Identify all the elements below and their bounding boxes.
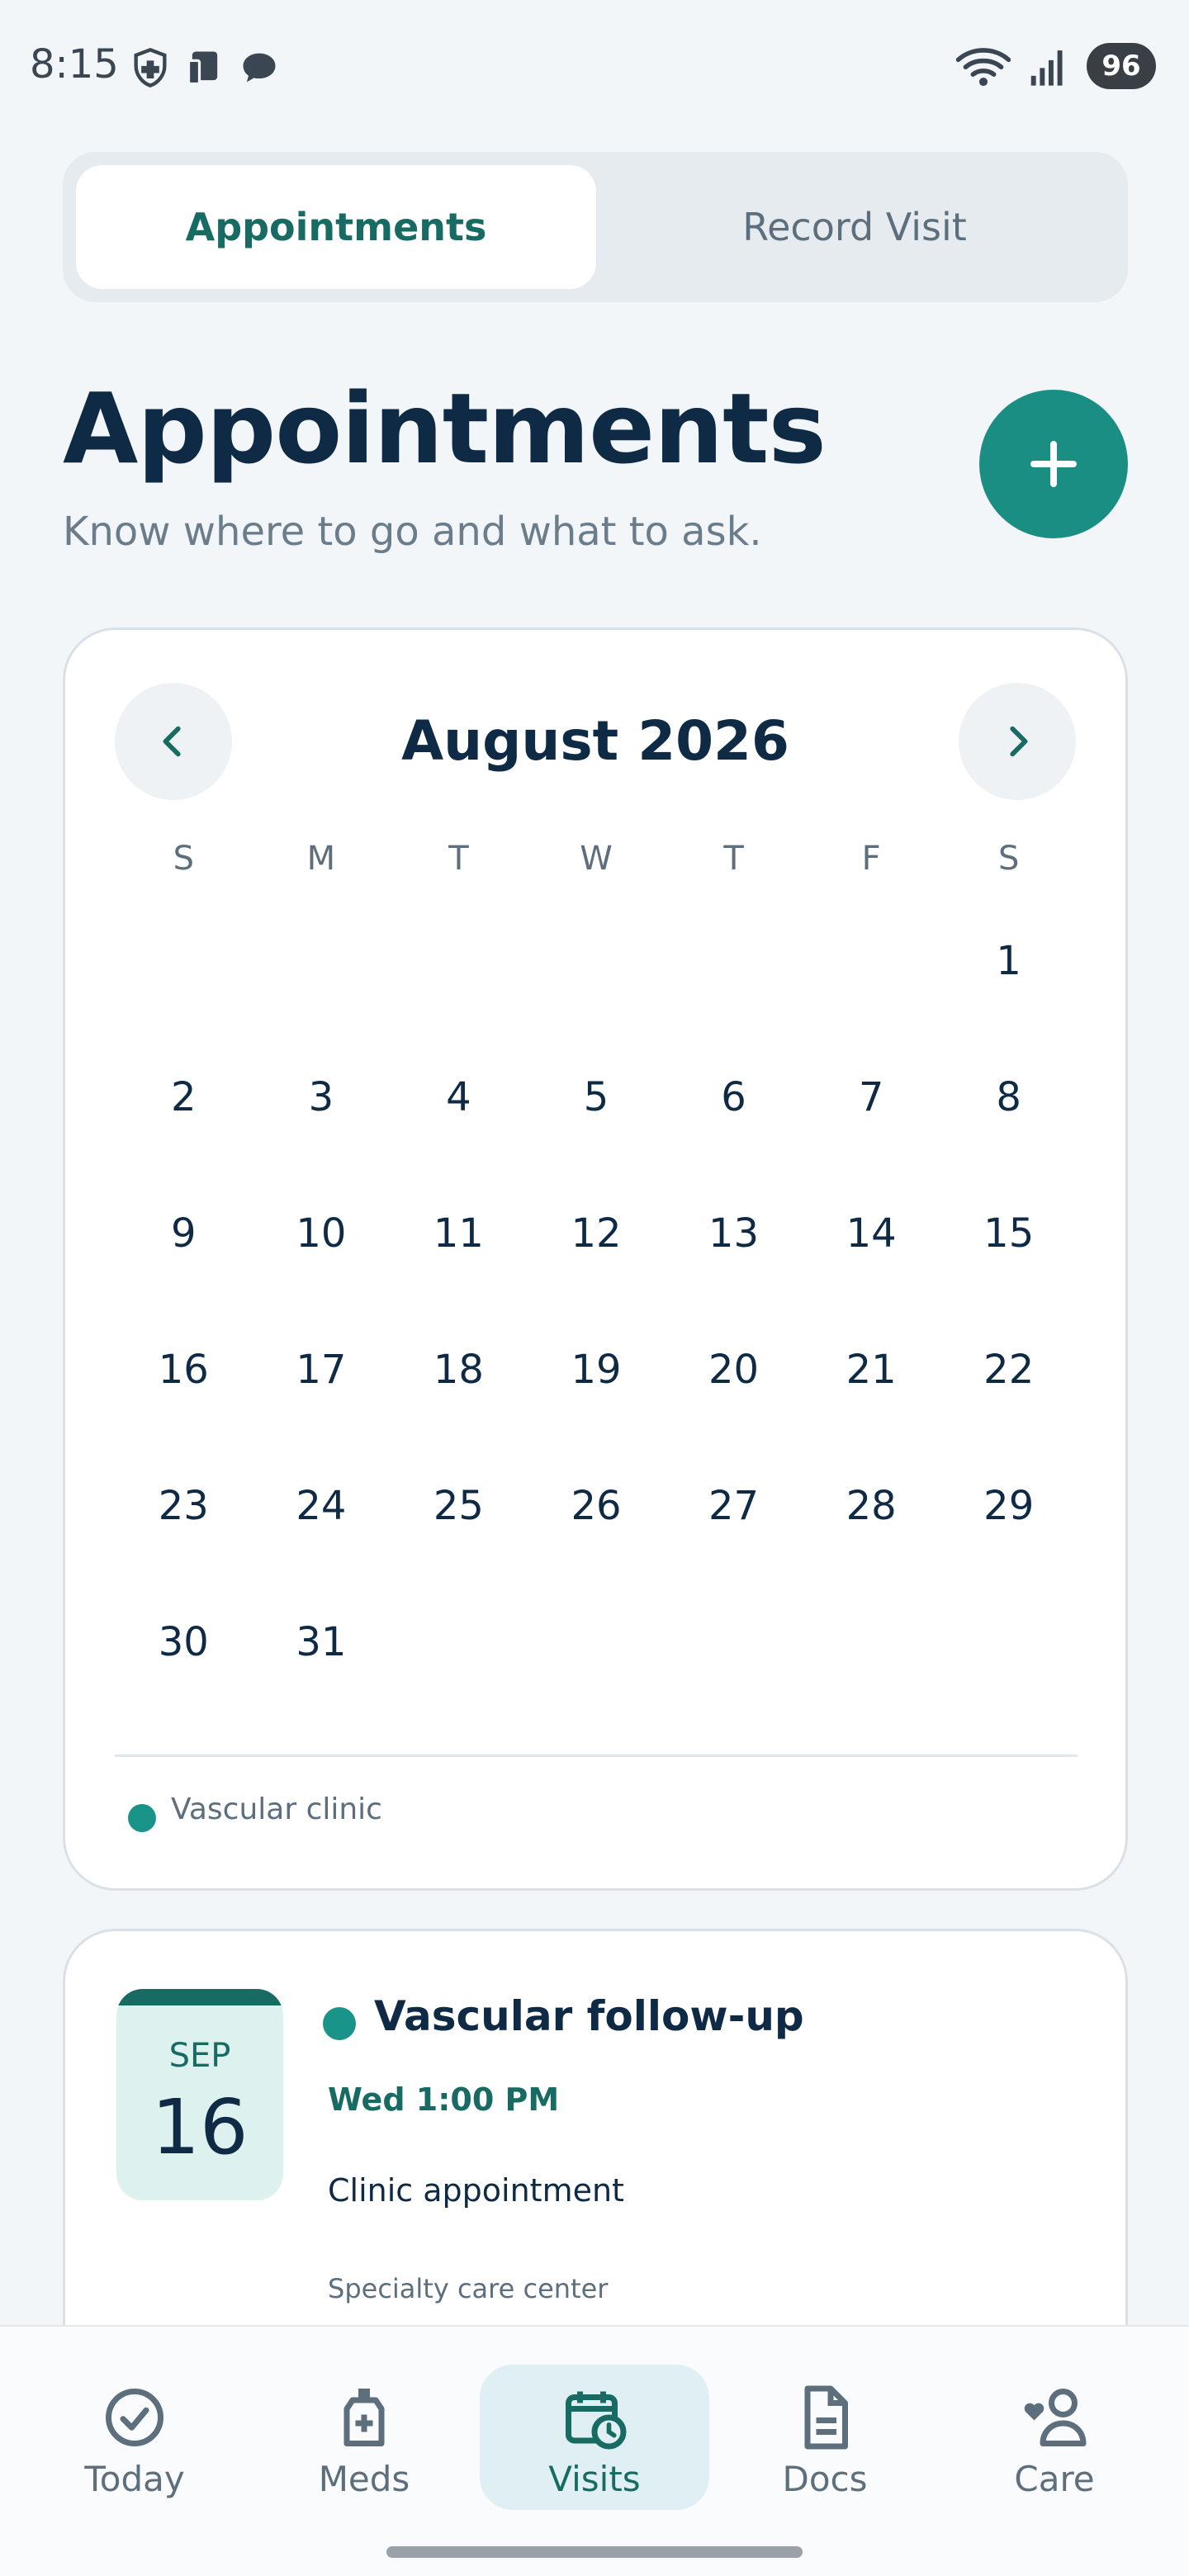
weekday-label: T xyxy=(448,840,469,878)
segmented-tabs: Appointments Record Visit xyxy=(63,152,1128,302)
battery-indicator: 96 xyxy=(1087,43,1156,89)
chevron-right-icon xyxy=(1010,726,1028,757)
calendar-day[interactable]: 22 xyxy=(940,1301,1078,1437)
calendar-day[interactable]: 7 xyxy=(803,1029,940,1165)
calendar-day[interactable]: 14 xyxy=(803,1165,940,1301)
calendar-day[interactable]: 29 xyxy=(940,1437,1078,1574)
calendar-day[interactable]: 26 xyxy=(528,1437,666,1574)
nav-label-visits: Visits xyxy=(548,2459,641,2499)
calendar-blank-cell xyxy=(665,893,803,1029)
status-time: 8:15 xyxy=(30,41,119,88)
nav-item-meds[interactable]: Meds xyxy=(249,2365,479,2510)
calendar-blank-cell xyxy=(803,893,940,1029)
bottom-navigation: Today Meds Visits Docs Care xyxy=(0,2325,1189,2576)
calendar-day[interactable]: 2 xyxy=(115,1029,253,1165)
calendar-day[interactable]: 30 xyxy=(115,1574,253,1710)
calendar-day[interactable]: 21 xyxy=(803,1301,940,1437)
weekday-header: SMTWTFS xyxy=(115,840,1078,878)
date-badge: SEP 16 xyxy=(116,1989,283,2200)
calendar-day[interactable]: 8 xyxy=(940,1029,1078,1165)
nav-item-today[interactable]: Today xyxy=(20,2365,249,2510)
calendar-day[interactable]: 3 xyxy=(253,1029,391,1165)
calendar-blank-cell xyxy=(390,893,528,1029)
wifi-icon xyxy=(956,48,1011,87)
legend-label: Vascular clinic xyxy=(171,1792,382,1826)
calendar-day[interactable]: 13 xyxy=(665,1165,803,1301)
nav-label-docs: Docs xyxy=(782,2459,868,2499)
date-badge-accent xyxy=(116,1989,283,2005)
check-circle-icon xyxy=(106,2389,163,2446)
chat-bubble-icon xyxy=(243,53,276,83)
calendar-legend: Vascular clinic xyxy=(128,1786,382,1832)
calendar-day[interactable]: 31 xyxy=(253,1574,391,1710)
calendar-day[interactable]: 28 xyxy=(803,1437,940,1574)
calendar-day-grid: 1 2 3 4 5 6 7 8 9 10 11 12 13 14 15 16 17 18 19 20 21 22 23 24 2… xyxy=(115,893,1078,1710)
care-person-icon xyxy=(1024,2389,1087,2446)
notification-icons xyxy=(129,46,281,89)
calendar-day[interactable]: 16 xyxy=(115,1301,253,1437)
medical-app-icon xyxy=(134,48,167,88)
calendar-day[interactable]: 5 xyxy=(528,1029,666,1165)
nav-label-today: Today xyxy=(84,2459,185,2499)
device-icon xyxy=(187,51,218,86)
weekday-label: S xyxy=(998,840,1020,878)
calendar-divider xyxy=(115,1754,1078,1757)
page-subtitle: Know where to go and what to ask. xyxy=(63,509,762,555)
calendar-card: August 2026 SMTWTFS 1 2 3 4 5 6 7 8 9 10 11 12 13 14 1… xyxy=(63,627,1128,1891)
tab-appointments[interactable]: Appointments xyxy=(76,165,596,289)
appointment-category-dot xyxy=(323,2007,356,2040)
calendar-day[interactable]: 17 xyxy=(253,1301,391,1437)
calendar-blank-cell xyxy=(253,893,391,1029)
calendar-day[interactable]: 4 xyxy=(390,1029,528,1165)
calendar-blank-cell xyxy=(528,893,666,1029)
weekday-label: F xyxy=(861,840,881,878)
weekday-label: W xyxy=(580,840,613,878)
nav-item-care[interactable]: Care xyxy=(940,2365,1169,2510)
calendar-day[interactable]: 19 xyxy=(528,1301,666,1437)
calendar-day[interactable]: 24 xyxy=(253,1437,391,1574)
system-icons: 96 xyxy=(956,43,1156,89)
next-month-button[interactable] xyxy=(959,683,1076,800)
add-appointment-button[interactable] xyxy=(979,390,1128,538)
calendar-day[interactable]: 25 xyxy=(390,1437,528,1574)
legend-dot xyxy=(128,1804,156,1832)
date-badge-month: SEP xyxy=(168,2037,231,2075)
calendar-day[interactable]: 18 xyxy=(390,1301,528,1437)
status-bar: 8:15 96 xyxy=(0,0,1189,135)
tab-record-visit[interactable]: Record Visit xyxy=(594,165,1115,289)
page-title: Appointments xyxy=(63,372,827,485)
nav-item-docs[interactable]: Docs xyxy=(710,2365,940,2510)
pill-bottle-icon xyxy=(343,2389,385,2446)
calendar-clock-icon xyxy=(566,2391,627,2450)
home-indicator[interactable] xyxy=(386,2546,803,2558)
nav-item-visits[interactable]: Visits xyxy=(480,2365,709,2510)
calendar-day[interactable]: 10 xyxy=(253,1165,391,1301)
appointment-type: Clinic appointment xyxy=(328,2172,624,2209)
appointment-time: Wed 1:00 PM xyxy=(328,2081,560,2118)
calendar-day[interactable]: 27 xyxy=(665,1437,803,1574)
calendar-day[interactable]: 9 xyxy=(115,1165,253,1301)
calendar-day[interactable]: 20 xyxy=(665,1301,803,1437)
plus-icon xyxy=(1030,441,1077,487)
calendar-day[interactable]: 1 xyxy=(940,893,1078,1029)
calendar-day[interactable]: 11 xyxy=(390,1165,528,1301)
weekday-label: M xyxy=(306,840,336,878)
signal-icon xyxy=(1030,50,1063,86)
calendar-blank-cell xyxy=(115,893,253,1029)
calendar-day[interactable]: 12 xyxy=(528,1165,666,1301)
nav-label-care: Care xyxy=(1014,2459,1095,2499)
calendar-day[interactable]: 6 xyxy=(665,1029,803,1165)
date-badge-day: 16 xyxy=(151,2083,249,2171)
calendar-day[interactable]: 23 xyxy=(115,1437,253,1574)
document-icon xyxy=(804,2385,848,2450)
calendar-day[interactable]: 15 xyxy=(940,1165,1078,1301)
weekday-label: T xyxy=(723,840,744,878)
appointment-location: Specialty care center xyxy=(328,2273,609,2304)
weekday-label: S xyxy=(173,840,194,878)
nav-label-meds: Meds xyxy=(318,2459,410,2499)
appointment-title: Vascular follow-up xyxy=(374,1992,804,2040)
